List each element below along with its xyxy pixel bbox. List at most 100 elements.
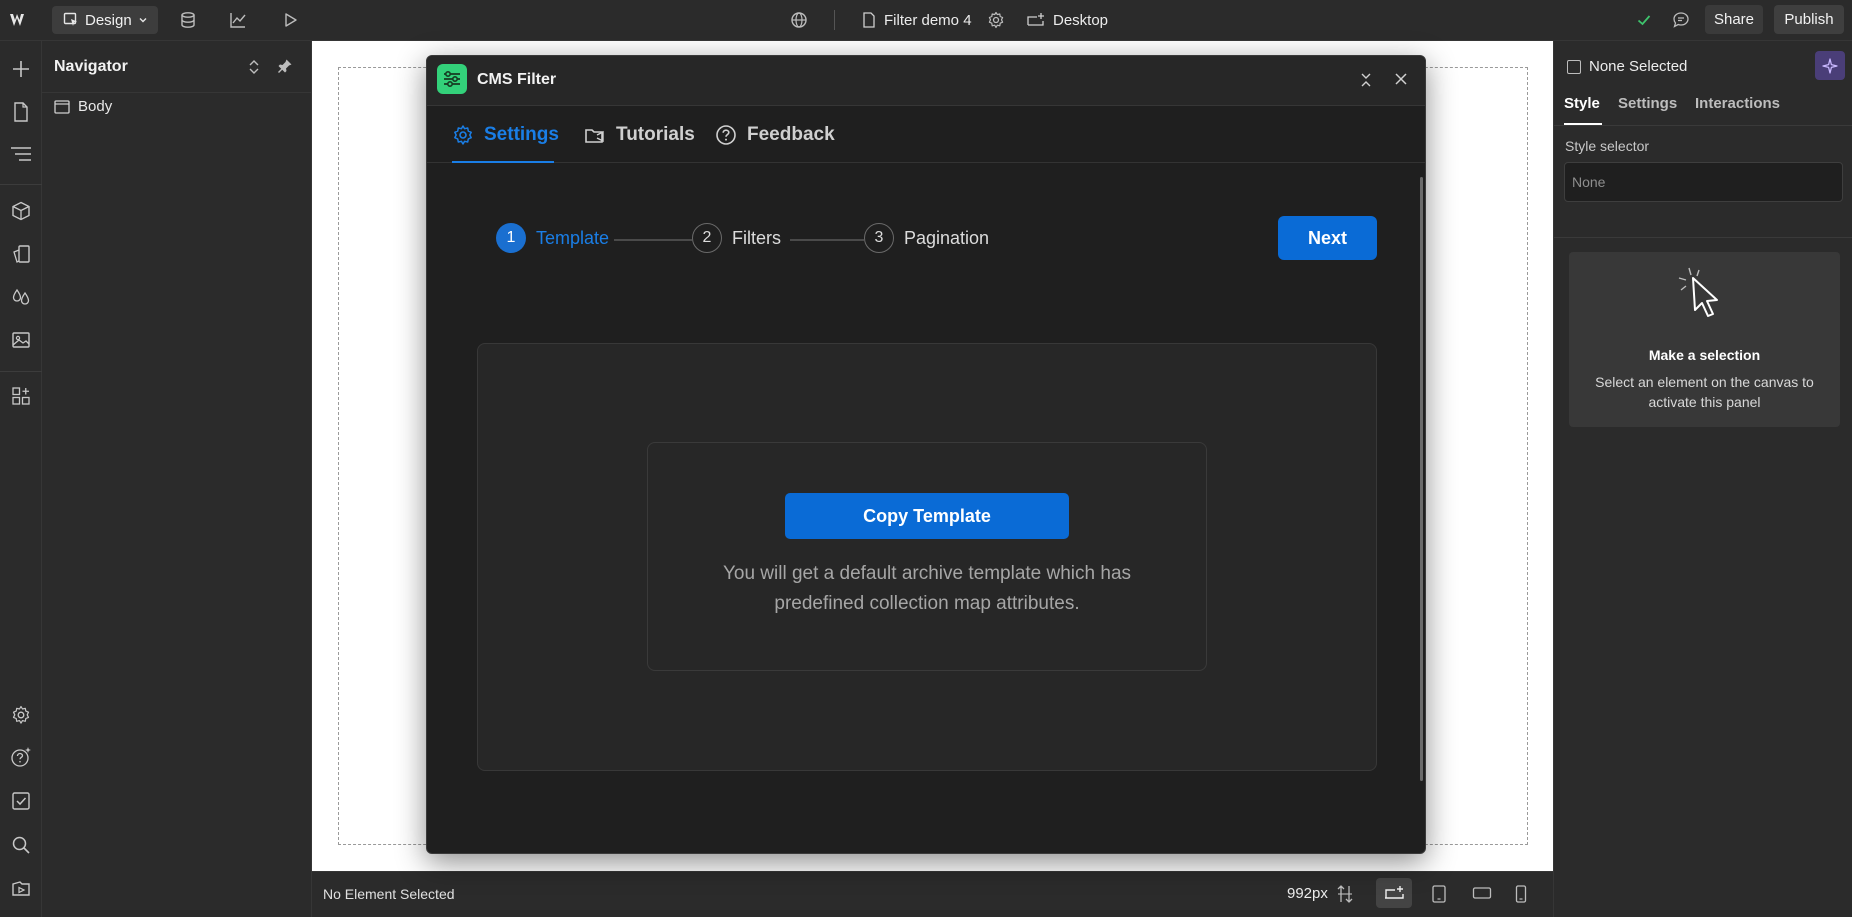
chevron-down-icon [138,15,148,25]
template-description: You will get a default archive template … [722,563,1132,614]
play-preview-icon[interactable] [278,8,302,32]
selection-status: No Element Selected [323,886,455,902]
tabs-divider [1554,125,1852,126]
template-inner-card: Copy Template You will get a default arc… [647,442,1207,671]
empty-selection-card: Make a selection Select an element on th… [1569,252,1840,427]
video-folder-icon [584,125,606,145]
pin-icon[interactable] [277,58,293,74]
modal-header: CMS Filter [427,56,1425,106]
publish-button[interactable]: Publish [1774,5,1844,34]
tab-style[interactable]: Style [1564,95,1600,112]
step-connector [790,239,864,241]
page-name: Filter demo 4 [884,11,972,29]
step-label: Filters [732,227,781,248]
assets-image-icon[interactable] [8,327,34,353]
sparkle-icon [1822,57,1838,74]
navigator-item-label: Body [78,98,113,115]
navigator-item-body[interactable]: Body [54,98,112,115]
collapse-icon[interactable] [1359,72,1373,88]
empty-selection-description: Select an element on the canvas to activ… [1595,374,1814,410]
navigator-icon[interactable] [8,141,34,167]
settings-gear-icon[interactable] [8,702,34,728]
video-tutorials-icon[interactable] [8,875,34,901]
step-label: Pagination [904,227,990,248]
canvas-width-label[interactable]: 992px [1287,885,1328,902]
tablet-breakpoint-icon[interactable] [1431,884,1447,904]
add-element-icon[interactable] [8,56,34,82]
design-mode-button[interactable]: Design [52,6,158,34]
settings-gear-icon [452,124,474,146]
globe-icon[interactable] [787,8,811,32]
cursor-click-icon [1671,264,1735,328]
step-pagination[interactable]: 3 Pagination [864,223,989,253]
style-selector-input[interactable]: None [1564,162,1843,202]
audit-checkbox-icon[interactable] [8,788,34,814]
topbar-divider [834,10,835,30]
left-toolbar [0,41,42,917]
step-template[interactable]: 1 Template [496,223,609,253]
active-tab-underline [452,161,554,163]
breakpoint-selector[interactable]: Desktop [1027,0,1108,40]
share-button[interactable]: Share [1705,5,1763,34]
tab-settings[interactable]: Settings [1618,95,1677,112]
modal-tabs: Settings Tutorials Feedback [427,106,1425,163]
components-cube-icon[interactable] [8,198,34,224]
step-number-badge: 3 [864,223,894,253]
section-divider [1554,237,1852,238]
close-icon[interactable] [1394,72,1408,86]
tab-feedback[interactable]: Feedback [715,106,835,163]
tab-interactions[interactable]: Interactions [1695,95,1780,112]
body-element-icon [54,99,70,114]
cms-filter-logo-icon [437,64,467,94]
analytics-icon[interactable] [226,8,250,32]
desktop-breakpoint-button[interactable] [1376,878,1412,908]
template-outer-card: Copy Template You will get a default arc… [477,343,1377,771]
tab-settings-label: Settings [484,123,559,145]
step-connector [614,239,692,241]
step-number-badge: 1 [496,223,526,253]
webflow-logo-icon[interactable] [8,8,32,32]
page-selector[interactable]: Filter demo 4 [862,0,972,40]
empty-selection-title: Make a selection [1648,347,1761,363]
navigator-panel: Navigator Body [42,41,312,917]
tab-tutorials-label: Tutorials [616,123,695,145]
help-sparkle-icon[interactable] [8,744,34,770]
page-settings-gear-icon[interactable] [984,8,1008,32]
style-manager-icon[interactable] [8,241,34,267]
page-icon [862,12,876,28]
mobile-landscape-breakpoint-icon[interactable] [1472,886,1492,900]
next-button[interactable]: Next [1278,216,1377,260]
step-number-badge: 2 [692,223,722,253]
tab-settings[interactable]: Settings [452,106,559,163]
top-bar: Design Filter demo 4 Desktop Share Publi… [0,0,1852,41]
expand-collapse-icon[interactable] [247,59,261,75]
cursor-select-icon [63,12,79,28]
style-selector-label: Style selector [1565,138,1650,154]
apps-grid-icon[interactable] [8,383,34,409]
rail-divider [0,371,42,372]
comment-icon[interactable] [1669,8,1693,32]
style-selector-placeholder: None [1572,174,1606,190]
width-adjust-icon[interactable] [1336,884,1354,904]
status-bar: No Element Selected 992px [312,871,1553,917]
step-label: Template [536,227,610,248]
design-mode-label: Design [85,11,132,29]
tab-tutorials[interactable]: Tutorials [584,106,695,163]
ai-assistant-button[interactable] [1815,51,1845,80]
selection-checkbox[interactable] [1567,60,1581,74]
step-filters[interactable]: 2 Filters [692,223,781,253]
modal-scrollbar[interactable] [1420,177,1423,781]
style-panel: None Selected Style Settings Interaction… [1553,41,1852,917]
breakpoint-label: Desktop [1053,11,1109,29]
variables-drops-icon[interactable] [8,284,34,310]
mobile-portrait-breakpoint-icon[interactable] [1514,884,1528,904]
navigator-header-divider [42,92,312,93]
cms-filter-modal: CMS Filter Settings Tutorials Feedback 1… [426,55,1426,854]
search-icon[interactable] [8,832,34,858]
check-saved-icon [1632,8,1656,32]
rail-divider [0,184,42,185]
modal-title: CMS Filter [477,71,557,88]
copy-template-button[interactable]: Copy Template [785,493,1069,539]
database-icon[interactable] [176,8,200,32]
pages-icon[interactable] [8,99,34,125]
